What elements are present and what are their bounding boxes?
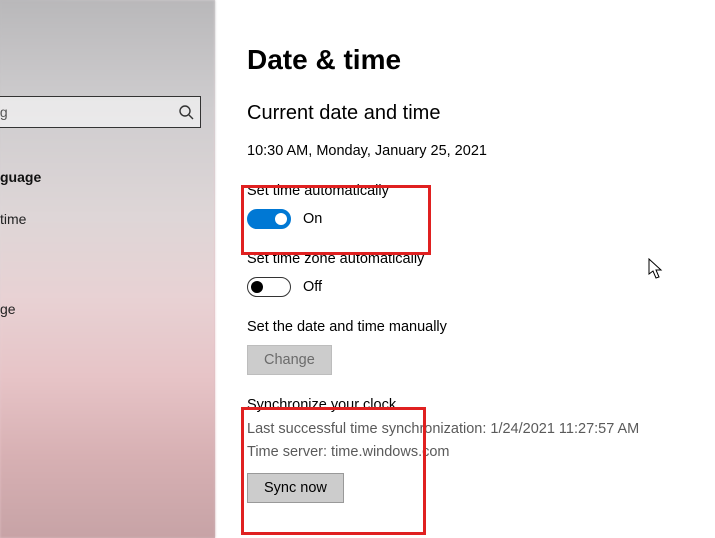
toggle-knob	[275, 213, 287, 225]
section-sync-clock: Synchronize your clock Last successful t…	[247, 397, 715, 503]
setting-label: Set the date and time manually	[247, 319, 715, 335]
sync-title: Synchronize your clock	[247, 397, 715, 413]
section-current-datetime: Current date and time	[247, 102, 715, 125]
setting-label: Set time zone automatically	[247, 251, 715, 267]
main-panel: Date & time Current date and time 10:30 …	[215, 0, 715, 538]
toggle-knob	[251, 281, 263, 293]
sidebar: guage time ge	[0, 0, 215, 538]
sidebar-nav: guage time ge	[0, 156, 215, 330]
setting-set-timezone-automatically: Set time zone automatically Off	[247, 251, 715, 297]
sync-now-button[interactable]: Sync now	[247, 473, 344, 503]
current-datetime-value: 10:30 AM, Monday, January 25, 2021	[247, 143, 715, 159]
sync-last: Last successful time synchronization: 1/…	[247, 419, 715, 440]
search-input[interactable]	[0, 104, 178, 120]
cursor-icon	[648, 258, 664, 280]
sidebar-item-language[interactable]: guage	[0, 156, 215, 198]
page-title: Date & time	[247, 44, 715, 76]
toggle-state-label: Off	[303, 279, 322, 295]
change-button: Change	[247, 345, 332, 375]
sync-server: Time server: time.windows.com	[247, 442, 715, 463]
search-box[interactable]	[0, 96, 201, 128]
toggle-state-label: On	[303, 211, 322, 227]
sidebar-item-region[interactable]: ge	[0, 288, 215, 330]
sidebar-item-label: time	[0, 211, 26, 227]
toggle-set-time-automatically[interactable]	[247, 209, 291, 229]
setting-set-manual: Set the date and time manually Change	[247, 319, 715, 375]
setting-set-time-automatically: Set time automatically On	[247, 183, 715, 229]
search-icon	[178, 104, 194, 120]
toggle-set-timezone-automatically[interactable]	[247, 277, 291, 297]
setting-label: Set time automatically	[247, 183, 715, 199]
sidebar-item-label: ge	[0, 301, 16, 317]
sidebar-item-date-time[interactable]: time	[0, 198, 215, 240]
sidebar-item-label: guage	[0, 169, 41, 185]
